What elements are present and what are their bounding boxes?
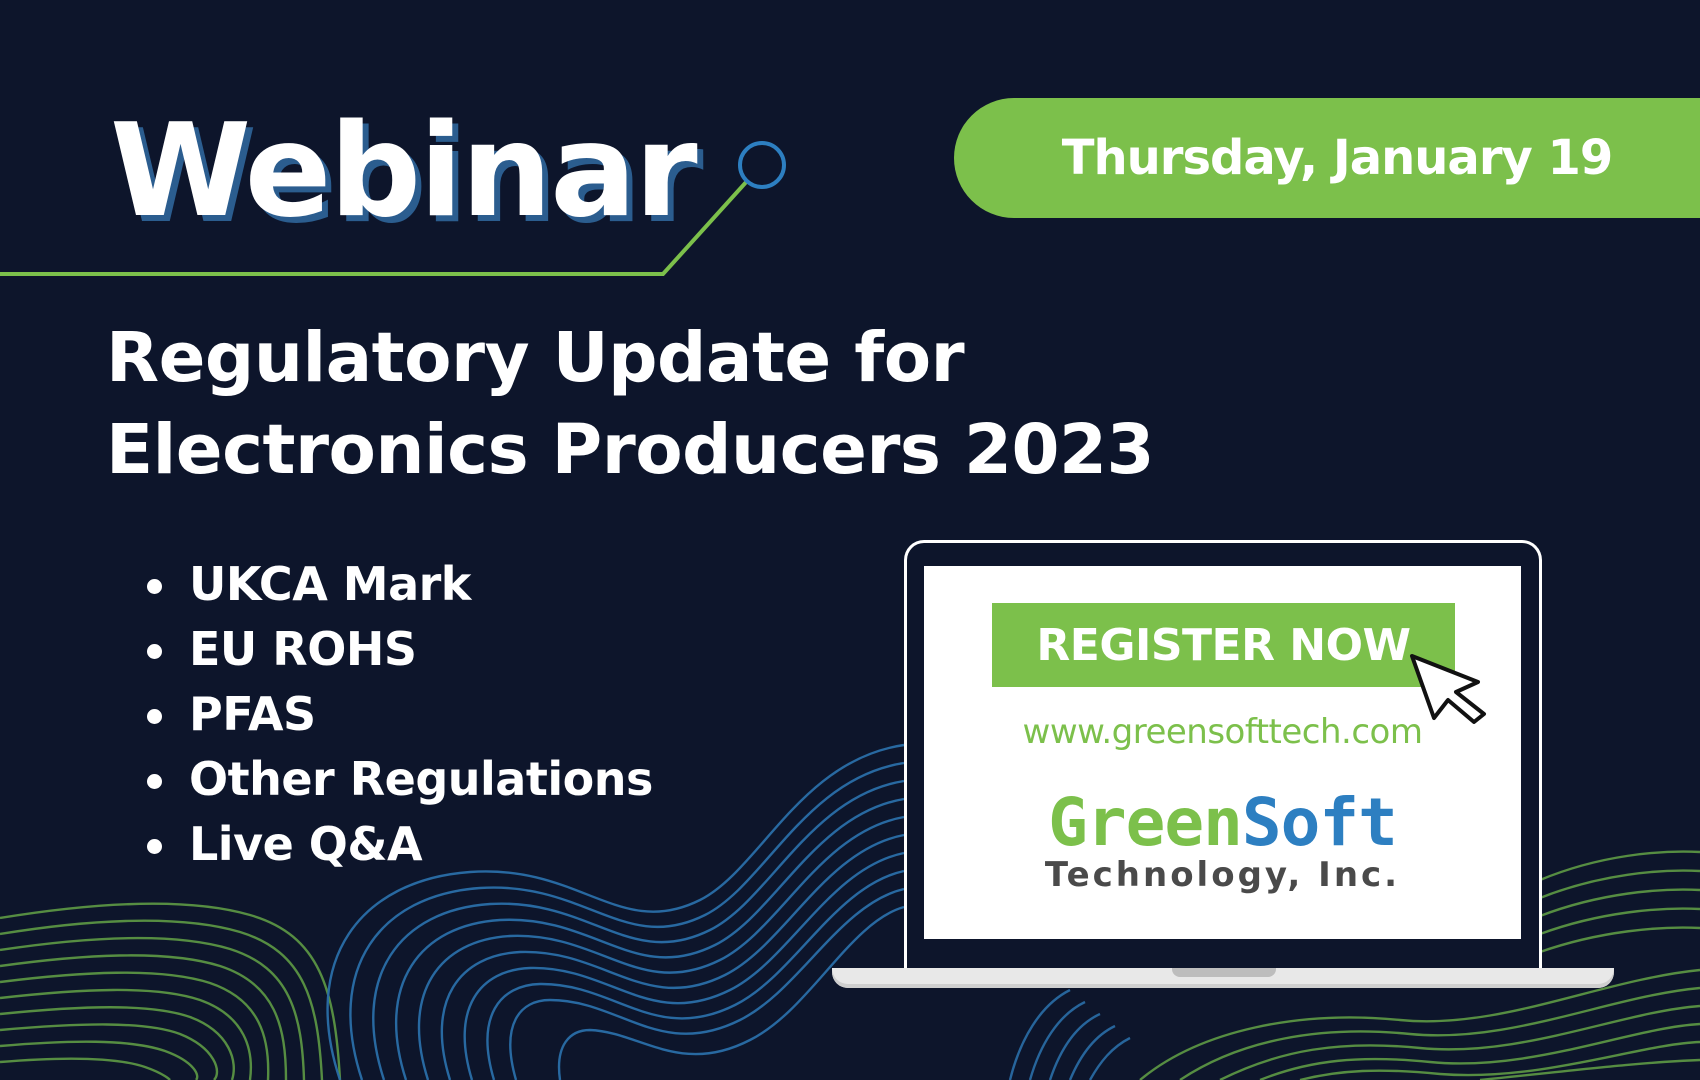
website-link[interactable]: www.greensofttech.com <box>924 712 1521 752</box>
logo-blue-part: Soft <box>1241 784 1398 861</box>
underline-node <box>738 141 786 189</box>
topic-item: Other Regulations <box>145 747 653 812</box>
laptop-notch <box>1172 968 1276 977</box>
topic-item: PFAS <box>145 682 653 747</box>
topic-list: UKCA Mark EU ROHS PFAS Other Regulations… <box>145 552 653 877</box>
logo-wordmark: GreenSoft <box>924 790 1521 856</box>
topic-item: UKCA Mark <box>145 552 653 617</box>
register-now-button[interactable]: REGISTER NOW <box>992 603 1455 687</box>
webinar-title: Webinar <box>110 97 698 246</box>
date-badge: Thursday, January 19 <box>954 98 1700 218</box>
headline-line-2: Electronics Producers 2023 <box>106 410 1155 490</box>
topic-item: Live Q&A <box>145 812 653 877</box>
topic-item: EU ROHS <box>145 617 653 682</box>
wave-lines-blue-right <box>1008 988 1131 1080</box>
logo-green-part: Green <box>1048 784 1243 861</box>
headline: Regulatory Update for Electronics Produc… <box>106 312 1155 496</box>
date-text: Thursday, January 19 <box>1061 130 1614 186</box>
headline-line-1: Regulatory Update for <box>106 318 965 398</box>
wave-lines-green-left <box>0 902 342 1080</box>
logo-subtitle: Technology, Inc. <box>1044 855 1401 895</box>
company-logo: GreenSoft Technology, Inc. <box>924 790 1521 895</box>
